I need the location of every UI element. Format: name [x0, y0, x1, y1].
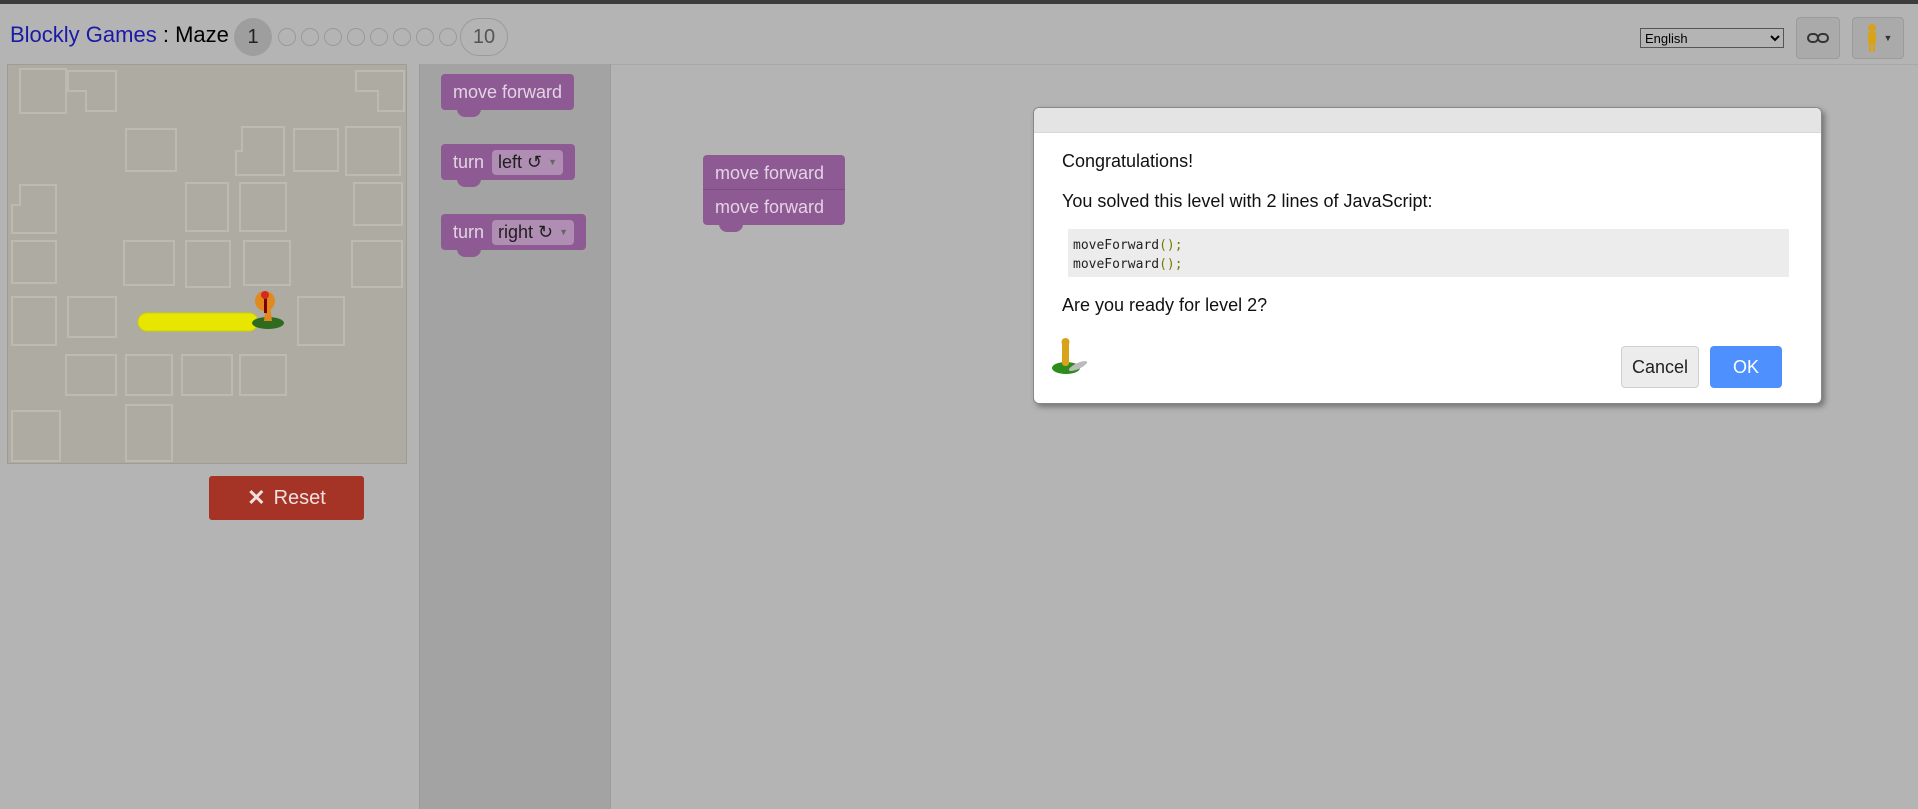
- blockly-toolbox: move forward turn left ↺ ▼ turn right ↻ …: [419, 64, 611, 809]
- link-button[interactable]: [1796, 17, 1840, 59]
- maze-tiles: [11, 68, 405, 462]
- chevron-down-icon: ▼: [1883, 33, 1893, 43]
- block-label: move forward: [715, 197, 825, 217]
- maze-view: [7, 64, 407, 464]
- block-label: turn: [453, 151, 485, 172]
- block-label: move forward: [715, 162, 825, 183]
- toolbox-block-turn-left[interactable]: turn left ↺ ▼: [441, 144, 576, 187]
- maze-path: [137, 312, 259, 332]
- close-icon: ✕: [247, 485, 266, 510]
- block-notch: [457, 109, 481, 117]
- cancel-button[interactable]: Cancel: [1621, 346, 1699, 388]
- pegman-icon: [1052, 338, 1088, 374]
- dialog-title-bar[interactable]: [1034, 108, 1821, 133]
- level-dot-7[interactable]: [393, 28, 411, 46]
- goal-marker: [252, 291, 284, 329]
- level-dot-8[interactable]: [416, 28, 434, 46]
- header: Blockly Games : Maze 1 10 English ▼: [0, 4, 1918, 60]
- block-notch: [457, 249, 481, 257]
- user-menu-button[interactable]: ▼: [1852, 17, 1904, 59]
- code-line: moveForward();: [1073, 236, 1784, 255]
- toolbox-block-turn-right[interactable]: turn right ↻ ▼: [441, 214, 587, 257]
- turn-direction-dropdown[interactable]: left ↺ ▼: [492, 149, 564, 175]
- reset-button[interactable]: ✕ Reset: [209, 476, 364, 520]
- level-dot-5[interactable]: [347, 28, 365, 46]
- page-title: Blockly Games : Maze: [10, 22, 229, 48]
- code-args: ();: [1159, 257, 1183, 272]
- language-select[interactable]: English: [1640, 28, 1784, 48]
- app-home-link[interactable]: Blockly Games: [10, 22, 157, 47]
- chevron-down-icon: ▼: [548, 157, 558, 167]
- dialog-message: You solved this level with 2 lines of Ja…: [1062, 191, 1433, 211]
- turn-direction-dropdown[interactable]: right ↻ ▼: [492, 219, 575, 245]
- code-function: moveForward: [1073, 257, 1160, 272]
- code-args: ();: [1159, 238, 1183, 253]
- dropdown-value: right ↻: [498, 221, 554, 242]
- dialog-question: Are you ready for level 2?: [1062, 295, 1268, 315]
- block-label: turn: [453, 221, 485, 242]
- level-last[interactable]: 10: [460, 18, 508, 56]
- block-notch: [457, 179, 481, 187]
- title-separator: :: [156, 22, 176, 47]
- code-function: moveForward: [1073, 238, 1160, 253]
- ok-button[interactable]: OK: [1710, 346, 1782, 388]
- reset-label: Reset: [273, 486, 326, 509]
- pegman-icon: [1867, 24, 1876, 52]
- game-name: Maze: [175, 22, 229, 47]
- level-dot-9[interactable]: [439, 28, 457, 46]
- level-current[interactable]: 1: [234, 18, 272, 56]
- toolbox-block-move-forward[interactable]: move forward: [441, 74, 575, 117]
- workspace-block-move-forward[interactable]: move forward: [703, 155, 845, 191]
- code-line: moveForward();: [1073, 255, 1784, 274]
- dialog-heading: Congratulations!: [1062, 151, 1194, 171]
- block-notch: [719, 224, 743, 232]
- code-block: moveForward(); moveForward();: [1068, 229, 1789, 277]
- level-dot-6[interactable]: [370, 28, 388, 46]
- link-icon: [1807, 33, 1829, 43]
- congratulations-dialog: Congratulations! You solved this level w…: [1033, 107, 1822, 404]
- block-label: move forward: [453, 81, 563, 102]
- level-dot-2[interactable]: [278, 28, 296, 46]
- level-dot-3[interactable]: [301, 28, 319, 46]
- workspace-block-move-forward[interactable]: move forward: [703, 189, 845, 232]
- chevron-down-icon: ▼: [559, 227, 569, 237]
- dropdown-value: left ↺: [498, 151, 543, 172]
- level-dot-4[interactable]: [324, 28, 342, 46]
